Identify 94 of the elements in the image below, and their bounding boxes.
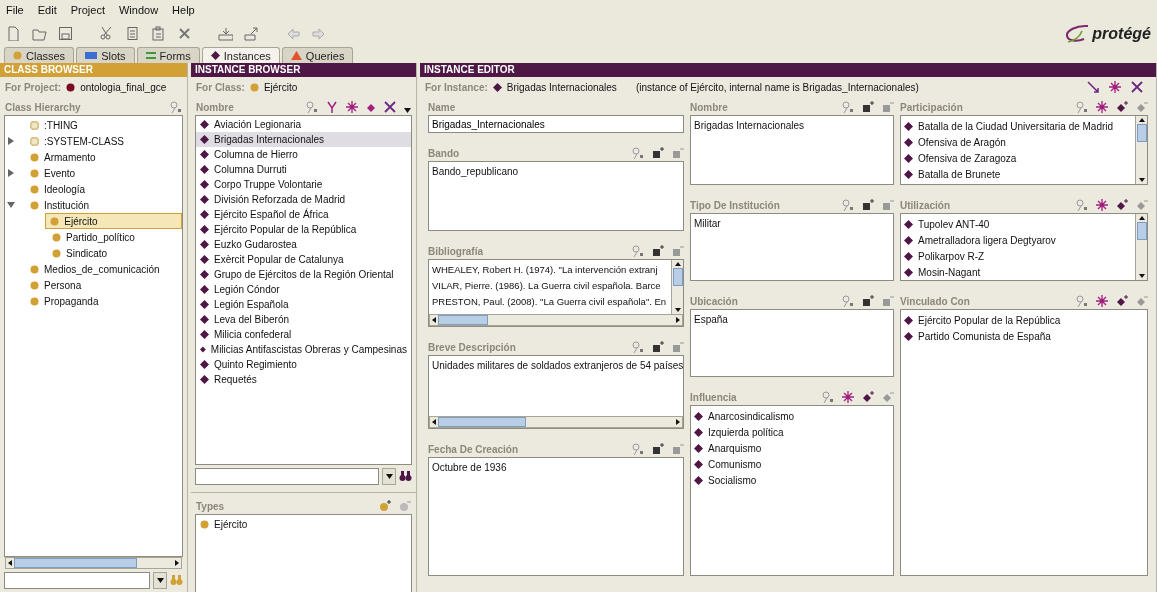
slot-label: Influencia xyxy=(690,392,737,403)
instance-item[interactable]: Grupo de Ejércitos de la Región Oriental xyxy=(196,267,411,282)
instance-item[interactable]: Ejército Popular de la República xyxy=(196,222,411,237)
panel-header: CLASS BROWSER xyxy=(0,63,187,77)
menu-item[interactable]: Window xyxy=(118,4,159,16)
instance-item[interactable]: Anarcosindicalismo xyxy=(694,408,890,424)
instance-item[interactable]: Aviación Legionaria xyxy=(196,117,411,132)
menu-item[interactable]: Help xyxy=(172,4,195,16)
instance-item[interactable]: Requetés xyxy=(196,372,411,387)
instance-item[interactable]: Euzko Gudarostea xyxy=(196,237,411,252)
text-area[interactable]: Militar xyxy=(690,213,894,281)
instance-item[interactable]: Leva del Biberón xyxy=(196,312,411,327)
tree-item[interactable]: :SYSTEM-CLASS xyxy=(25,133,130,149)
instance-item[interactable]: Batalla de la Ciudad Universitaria de Madrid xyxy=(904,118,1132,134)
text-area[interactable]: WHEALEY, Robert H. (1974). "La intervención extranj VILAR, Pierre. (1986). La Guerra civil española. Barce PRESTON, Paul. (2008). "La Guerra civil española". En xyxy=(428,259,684,327)
instance-item[interactable]: Izquierda política xyxy=(694,424,890,440)
tab[interactable]: Slots xyxy=(76,47,135,63)
instance-item[interactable]: Brigadas Internacionales xyxy=(196,132,411,147)
slot-label: Bibliografía xyxy=(428,246,483,257)
instance-item[interactable]: Partido Comunista de España xyxy=(904,328,1144,344)
type-item[interactable]: Ejército xyxy=(200,516,407,532)
instance-item[interactable]: Milicia confederal xyxy=(196,327,411,342)
instance-item[interactable]: Legión Española xyxy=(196,297,411,312)
tab[interactable]: Forms xyxy=(136,47,200,63)
instance-item[interactable]: Socialismo xyxy=(694,472,890,488)
panel-header: INSTANCE BROWSER xyxy=(191,63,416,77)
slot-label: Utilización xyxy=(900,200,950,211)
tree-item[interactable]: Ejército xyxy=(45,213,182,229)
instance-item[interactable]: Corpo Truppe Volontarie xyxy=(196,177,411,192)
text-area[interactable]: Brigadas Internacionales xyxy=(690,115,894,185)
instance-list[interactable]: Anarcosindicalismo Izquierda política Anarquismo Comunismo Socialismo xyxy=(690,405,894,576)
field-label: For Instance: xyxy=(425,81,488,93)
tab[interactable]: Instances xyxy=(201,47,280,63)
instance-item[interactable]: Anarquismo xyxy=(694,440,890,456)
brand-name: protégé xyxy=(1092,24,1151,43)
instance-item[interactable]: Legión Cóndor xyxy=(196,282,411,297)
instance-item[interactable]: Milicias Antifascistas Obreras y Campesinas xyxy=(196,342,411,357)
section-label: Class Hierarchy xyxy=(5,102,81,113)
slot-label: Breve Descripción xyxy=(428,342,516,353)
slot-label: Nombre xyxy=(690,102,728,113)
instance-item[interactable]: Exèrcit Popular de Catalunya xyxy=(196,252,411,267)
slot-label: Fecha De Creación xyxy=(428,444,519,455)
tree-item[interactable]: :THING xyxy=(25,117,83,133)
slot-label: Participación xyxy=(900,102,963,113)
name-field[interactable]: Brigadas_Internacionales xyxy=(428,115,684,133)
section-label: Types xyxy=(196,501,225,512)
text-area[interactable]: Octubre de 1936 xyxy=(428,457,684,576)
tree-item[interactable]: Propaganda xyxy=(25,293,104,309)
instance-list[interactable]: Tupolev ANT-40 Ametralladora ligera Degtyarov Polikarpov R-Z Mosin-Nagant xyxy=(900,213,1148,281)
instance-item[interactable]: Quinto Regimiento xyxy=(196,357,411,372)
menu-item[interactable]: Edit xyxy=(37,4,57,16)
tree-item[interactable]: Medios_de_comunicación xyxy=(25,261,165,277)
slot-label: Bando xyxy=(428,148,460,159)
instance-item[interactable]: Ofensiva de Zaragoza xyxy=(904,150,1132,166)
tree-item[interactable]: Ideología xyxy=(25,181,91,197)
tree-item[interactable]: Persona xyxy=(25,277,87,293)
slot-label: Name xyxy=(428,102,456,113)
instance-item[interactable]: Comunismo xyxy=(694,456,890,472)
instance-name: Brigadas Internacionales xyxy=(506,81,617,93)
tab[interactable]: Classes xyxy=(4,47,75,63)
menu-item[interactable]: Project xyxy=(70,4,105,16)
field-label: For Project: xyxy=(5,81,62,93)
instance-item[interactable]: Columna Durruti xyxy=(196,162,411,177)
panel-header: INSTANCE EDITOR xyxy=(420,63,1156,77)
menu-item[interactable]: File xyxy=(6,4,24,16)
tab[interactable]: Queries xyxy=(281,47,354,63)
instance-item[interactable]: Tupolev ANT-40 xyxy=(904,216,1132,232)
instance-item[interactable]: Mosin-Nagant xyxy=(904,264,1132,280)
tree-item[interactable]: Armamento xyxy=(25,149,101,165)
tree-item[interactable]: Institución xyxy=(25,197,95,213)
instance-item[interactable]: Columna de Hierro xyxy=(196,147,411,162)
instance-item[interactable]: Ejército Popular de la República xyxy=(904,312,1144,328)
instance-item[interactable]: Ofensiva de Aragón xyxy=(904,134,1132,150)
instance-item[interactable]: Ametralladora ligera Degtyarov xyxy=(904,232,1132,248)
section-label: Nombre xyxy=(196,102,234,113)
instance-list[interactable]: Ejército Popular de la República Partido Comunista de España xyxy=(900,309,1148,576)
field-label: For Class: xyxy=(196,81,245,93)
instance-item[interactable]: Batalla de Brunete xyxy=(904,166,1132,182)
text-area[interactable]: Bando_republicano xyxy=(428,161,684,231)
instance-item[interactable]: División Reforzada de Madrid xyxy=(196,192,411,207)
tree-item[interactable]: Sindicato xyxy=(47,245,113,261)
tree-item[interactable]: Partido_político xyxy=(47,229,140,245)
tree-item[interactable]: Evento xyxy=(25,165,81,181)
slot-label: Tipo De Institución xyxy=(690,200,780,211)
instance-item[interactable]: Ejército Español de África xyxy=(196,207,411,222)
slot-label: Ubicación xyxy=(690,296,738,307)
text-area[interactable]: España xyxy=(690,309,894,377)
slot-label: Vinculado Con xyxy=(900,296,970,307)
instance-note: (instance of Ejército, internal name is Brigadas_Internacionales) xyxy=(635,81,919,93)
instance-list[interactable]: Batalla de la Ciudad Universitaria de Madrid Ofensiva de Aragón Ofensiva de Zaragoza Batalla de Brunete xyxy=(900,115,1148,185)
instance-item[interactable]: Polikarpov R-Z xyxy=(904,248,1132,264)
project-name: ontologia_final_gce xyxy=(80,81,167,93)
class-name: Ejército xyxy=(263,81,298,93)
text-area[interactable]: Unidades militares de soldados extranjeros de 54 países xyxy=(428,355,684,429)
